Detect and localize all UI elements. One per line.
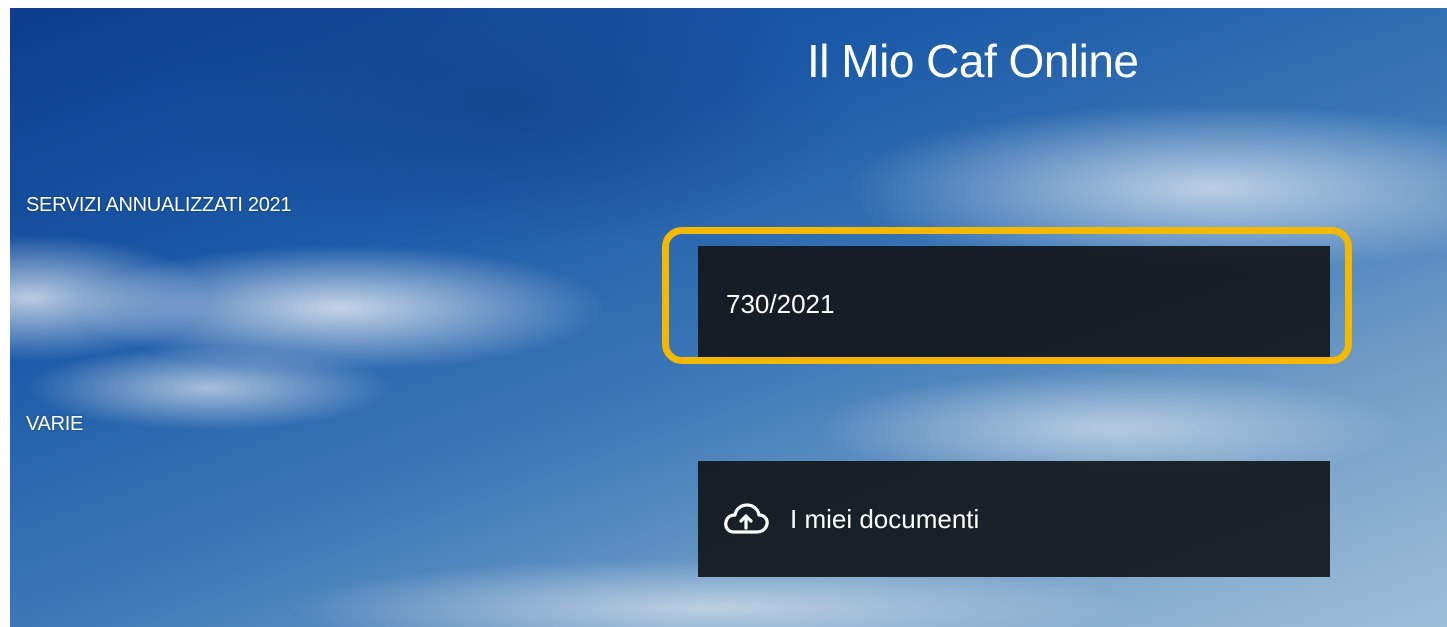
sky-background: Il Mio Caf Online SERVIZI ANNUALIZZATI 2…: [10, 8, 1447, 627]
my-documents-label: I miei documenti: [790, 503, 980, 534]
cloud-upload-icon: [722, 502, 770, 536]
page-title: Il Mio Caf Online: [807, 35, 1139, 87]
section-label-varie: VARIE: [26, 413, 84, 435]
section-label-servizi-annualizzati: SERVIZI ANNUALIZZATI 2021: [26, 194, 292, 216]
service-730-button[interactable]: 730/2021: [698, 246, 1330, 362]
my-documents-button[interactable]: I miei documenti: [698, 461, 1330, 577]
service-730-label: 730/2021: [726, 288, 835, 319]
